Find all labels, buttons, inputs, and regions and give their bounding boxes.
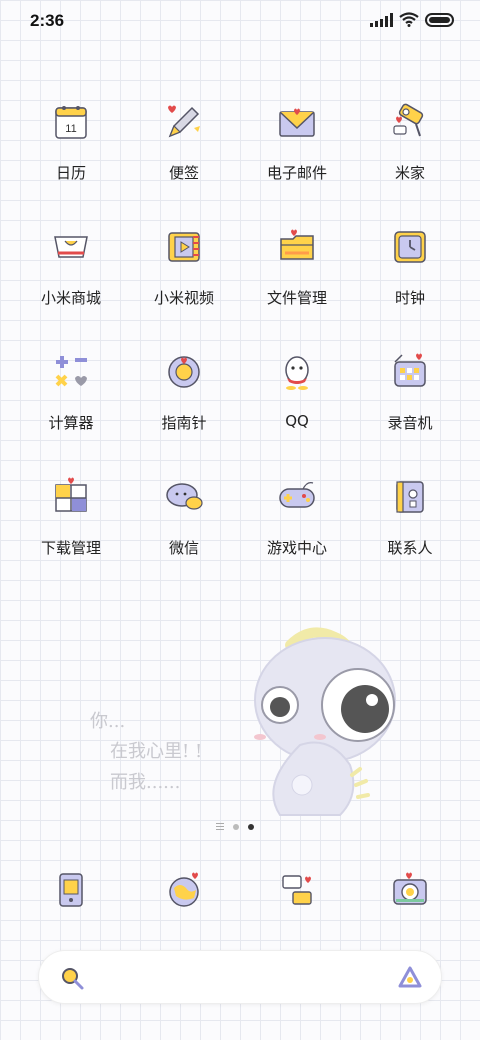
page-indicator-menu[interactable]: [216, 823, 224, 830]
app-label: 便签: [168, 164, 199, 182]
recorder-icon: [394, 353, 426, 387]
app-label: QQ: [285, 412, 309, 430]
calculator-icon: [55, 356, 87, 387]
camera-icon: [393, 872, 427, 905]
app-label: 米家: [394, 164, 425, 182]
app-label: 计算器: [48, 414, 94, 432]
gamepad-icon: [279, 482, 315, 508]
app-mi-video[interactable]: 小米视频: [134, 223, 234, 323]
calendar-day: 11: [65, 123, 76, 135]
app-calendar[interactable]: 11 日历: [21, 98, 121, 198]
app-notes[interactable]: 便签: [134, 98, 234, 198]
app-game-center[interactable]: 游戏中心: [247, 473, 347, 573]
penguin-icon: [285, 356, 309, 390]
app-label: 电子邮件: [266, 164, 327, 182]
app-label: 录音机: [387, 414, 433, 432]
app-label: 指南针: [161, 414, 207, 432]
browser-globe-icon: [169, 872, 199, 907]
dock-camera[interactable]: [360, 866, 460, 916]
app-label: 微信: [168, 539, 199, 557]
clock-icon: [394, 231, 426, 263]
app-label: 文件管理: [266, 289, 327, 307]
dock-browser[interactable]: [134, 866, 234, 916]
compass-icon: [168, 356, 200, 388]
app-qq[interactable]: QQ: [247, 348, 347, 448]
assistant-icon[interactable]: [395, 963, 425, 993]
status-time: 2:36: [30, 11, 65, 30]
notes-pencil-icon: [168, 105, 200, 138]
status-bar: 2:36: [0, 0, 480, 44]
contacts-book-icon: [396, 481, 424, 513]
search-bar[interactable]: [38, 950, 442, 1004]
app-downloads[interactable]: 下载管理: [21, 473, 121, 573]
search-icon[interactable]: [57, 963, 87, 993]
app-email[interactable]: 电子邮件: [247, 98, 347, 198]
app-file-manager[interactable]: 文件管理: [247, 223, 347, 323]
app-label: 时钟: [394, 289, 425, 307]
wallpaper-text-line2: 在我心里! !: [110, 741, 203, 762]
page-indicator[interactable]: [216, 823, 254, 830]
app-label: 小米商城: [40, 289, 101, 307]
app-label: 下载管理: [40, 539, 101, 557]
wallpaper-text-line1: 你...: [90, 711, 126, 732]
app-clock[interactable]: 时钟: [360, 223, 460, 323]
dock-messages[interactable]: [247, 866, 347, 916]
wallpaper-text-line3: 而我......: [110, 772, 181, 793]
app-mihome[interactable]: 米家: [360, 98, 460, 198]
app-label: 游戏中心: [266, 539, 327, 557]
messages-icon: [282, 875, 312, 905]
video-film-icon: [168, 232, 200, 262]
wifi-icon: [399, 12, 419, 27]
page-dot[interactable]: [233, 823, 239, 830]
phone-hi-icon: [59, 873, 83, 907]
app-label: 联系人: [387, 539, 433, 557]
home-camera-icon: [393, 103, 424, 137]
app-calculator[interactable]: 计算器: [21, 348, 121, 448]
folder-icon: [280, 229, 314, 260]
app-label: 日历: [55, 164, 86, 182]
search-input[interactable]: [99, 963, 379, 993]
calendar-icon: 11: [55, 106, 87, 139]
shopping-bag-icon: [54, 236, 88, 258]
app-label: 小米视频: [153, 289, 214, 307]
app-compass[interactable]: 指南针: [134, 348, 234, 448]
dock-phone[interactable]: [21, 866, 121, 916]
app-wechat[interactable]: 微信: [134, 473, 234, 573]
envelope-icon: [279, 108, 315, 137]
status-icons: [370, 12, 454, 27]
signal-icon: [370, 12, 393, 27]
app-contacts[interactable]: 联系人: [360, 473, 460, 573]
download-gift-icon: [55, 477, 87, 512]
dock: [0, 866, 480, 916]
app-recorder[interactable]: 录音机: [360, 348, 460, 448]
app-mi-store[interactable]: 小米商城: [21, 223, 121, 323]
page-dot-active[interactable]: [248, 823, 254, 830]
chat-bubbles-icon: [166, 483, 203, 510]
battery-icon: [425, 12, 454, 27]
wallpaper-dinosaur-illustration: [254, 627, 396, 816]
